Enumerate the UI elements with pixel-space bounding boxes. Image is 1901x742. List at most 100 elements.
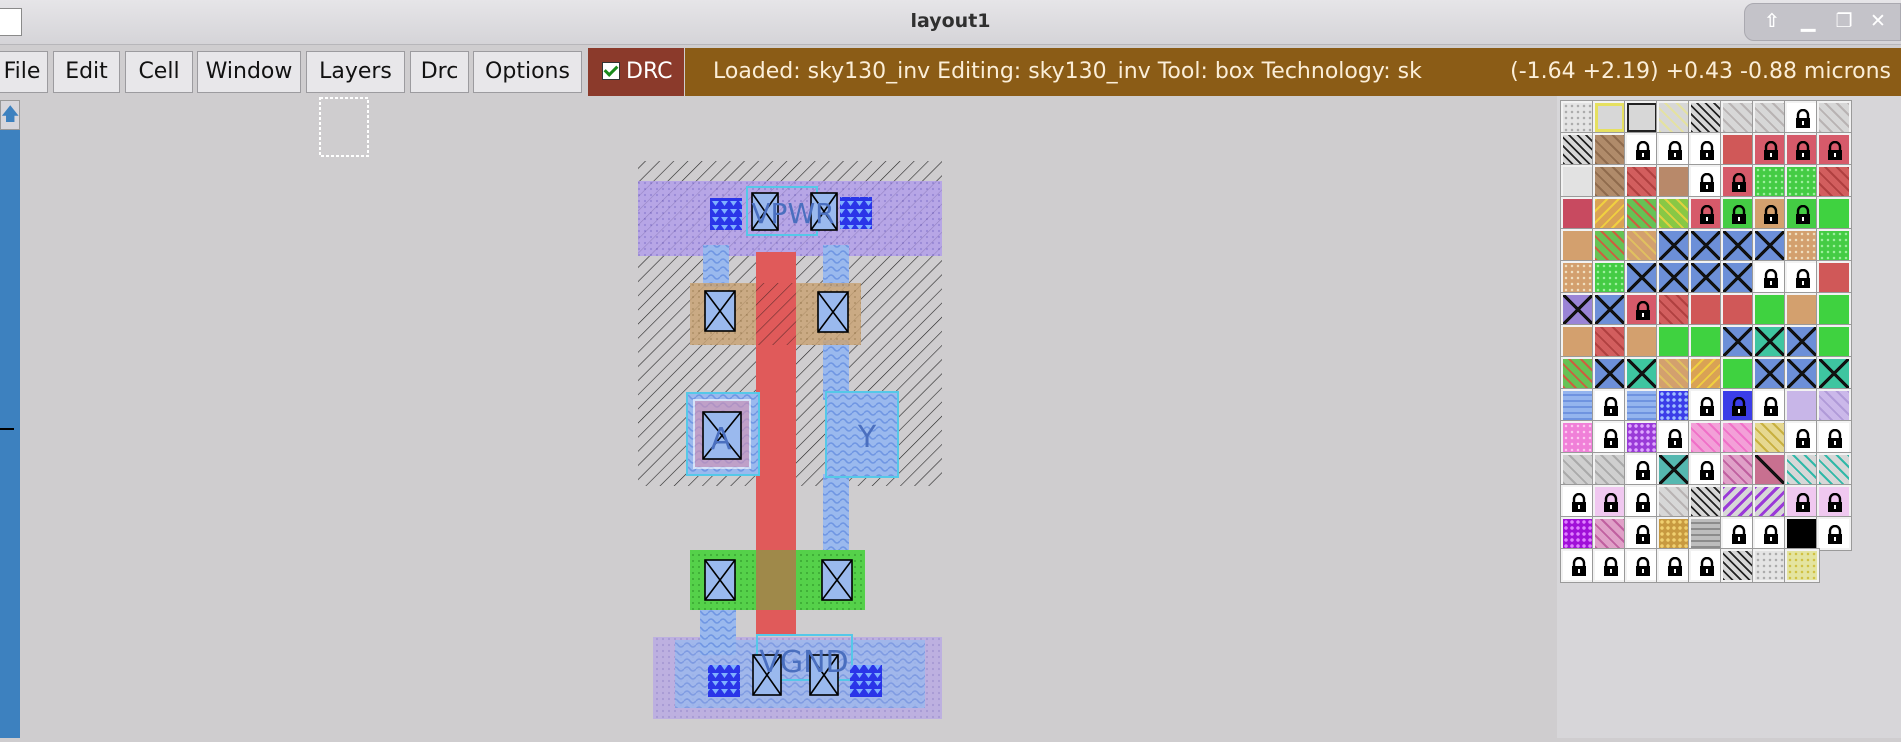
- layer-swatch[interactable]: [1784, 484, 1820, 519]
- layer-swatch[interactable]: [1592, 516, 1628, 551]
- layer-swatch[interactable]: [1816, 356, 1852, 391]
- scroll-up-icon[interactable]: 🡅: [0, 100, 20, 130]
- layer-swatch[interactable]: [1784, 516, 1820, 551]
- layer-swatch[interactable]: [1752, 164, 1788, 199]
- layer-swatch[interactable]: [1624, 164, 1660, 199]
- layer-swatch[interactable]: [1688, 132, 1724, 167]
- layer-swatch[interactable]: [1720, 100, 1756, 135]
- layer-swatch[interactable]: [1784, 324, 1820, 359]
- layer-swatch[interactable]: [1560, 260, 1596, 295]
- layer-swatch[interactable]: [1592, 356, 1628, 391]
- layer-swatch[interactable]: [1752, 228, 1788, 263]
- layer-swatch[interactable]: [1656, 132, 1692, 167]
- menu-file[interactable]: File: [0, 51, 48, 93]
- layer-swatch[interactable]: [1592, 484, 1628, 519]
- layer-swatch[interactable]: [1720, 356, 1756, 391]
- layer-swatch[interactable]: [1624, 516, 1660, 551]
- layer-swatch[interactable]: [1560, 292, 1596, 327]
- layer-swatch[interactable]: [1720, 452, 1756, 487]
- layer-swatch[interactable]: [1592, 260, 1628, 295]
- layer-swatch[interactable]: [1752, 388, 1788, 423]
- layer-swatch[interactable]: [1560, 516, 1596, 551]
- layer-swatch[interactable]: [1752, 420, 1788, 455]
- layer-swatch[interactable]: [1784, 452, 1820, 487]
- layer-swatch[interactable]: [1592, 292, 1628, 327]
- menu-window[interactable]: Window: [197, 51, 301, 93]
- layer-swatch[interactable]: [1560, 548, 1596, 583]
- menu-options[interactable]: Options: [473, 51, 582, 93]
- layout-drawing[interactable]: VPWR A Y VGND: [20, 96, 1557, 738]
- layer-swatch[interactable]: [1656, 516, 1692, 551]
- layer-swatch[interactable]: [1560, 228, 1596, 263]
- layer-swatch[interactable]: [1592, 132, 1628, 167]
- layer-swatch[interactable]: [1816, 388, 1852, 423]
- menu-edit[interactable]: Edit: [53, 51, 120, 93]
- layer-swatch[interactable]: [1784, 228, 1820, 263]
- layer-swatch[interactable]: [1784, 132, 1820, 167]
- layer-swatch[interactable]: [1656, 420, 1692, 455]
- layer-swatch[interactable]: [1624, 132, 1660, 167]
- layer-swatch[interactable]: [1752, 324, 1788, 359]
- layer-swatch[interactable]: [1720, 164, 1756, 199]
- layer-swatch[interactable]: [1688, 452, 1724, 487]
- layer-swatch[interactable]: [1784, 164, 1820, 199]
- layer-swatch[interactable]: [1720, 324, 1756, 359]
- layer-swatch[interactable]: [1784, 388, 1820, 423]
- layer-swatch[interactable]: [1752, 100, 1788, 135]
- layer-swatch[interactable]: [1560, 164, 1596, 199]
- layer-swatch[interactable]: [1816, 164, 1852, 199]
- layer-swatch[interactable]: [1816, 292, 1852, 327]
- layer-swatch[interactable]: [1656, 356, 1692, 391]
- shade-icon[interactable]: ⇧: [1757, 8, 1787, 34]
- layer-swatch[interactable]: [1816, 228, 1852, 263]
- layer-swatch[interactable]: [1688, 356, 1724, 391]
- layer-swatch[interactable]: [1688, 100, 1724, 135]
- layer-swatch[interactable]: [1688, 228, 1724, 263]
- layer-swatch[interactable]: [1720, 228, 1756, 263]
- layer-swatch[interactable]: [1816, 420, 1852, 455]
- layer-swatch[interactable]: [1784, 292, 1820, 327]
- layer-swatch[interactable]: [1592, 228, 1628, 263]
- layer-swatch[interactable]: [1688, 196, 1724, 231]
- layer-swatch[interactable]: [1816, 484, 1852, 519]
- layer-swatch[interactable]: [1656, 484, 1692, 519]
- layer-swatch[interactable]: [1656, 228, 1692, 263]
- layer-swatch[interactable]: [1784, 356, 1820, 391]
- layer-swatch[interactable]: [1784, 260, 1820, 295]
- layer-swatch[interactable]: [1560, 420, 1596, 455]
- close-icon[interactable]: ✕: [1863, 8, 1893, 34]
- layer-swatch[interactable]: [1816, 516, 1852, 551]
- layer-swatch[interactable]: [1624, 228, 1660, 263]
- layer-swatch[interactable]: [1816, 260, 1852, 295]
- layer-swatch[interactable]: [1624, 548, 1660, 583]
- layer-swatch[interactable]: [1752, 548, 1788, 583]
- layer-swatch[interactable]: [1624, 484, 1660, 519]
- layer-swatch[interactable]: [1592, 164, 1628, 199]
- layer-swatch[interactable]: [1656, 164, 1692, 199]
- layer-swatch[interactable]: [1688, 324, 1724, 359]
- layer-swatch[interactable]: [1720, 132, 1756, 167]
- layer-swatch[interactable]: [1816, 100, 1852, 135]
- layer-swatch[interactable]: [1624, 452, 1660, 487]
- layer-swatch[interactable]: [1752, 356, 1788, 391]
- drc-checkbox[interactable]: [602, 62, 620, 80]
- layer-swatch[interactable]: [1720, 388, 1756, 423]
- layer-swatch[interactable]: [1560, 356, 1596, 391]
- layer-swatch[interactable]: [1560, 324, 1596, 359]
- minimize-icon[interactable]: ▁: [1793, 8, 1823, 34]
- layer-swatch[interactable]: [1720, 484, 1756, 519]
- layer-swatch[interactable]: [1816, 132, 1852, 167]
- layer-swatch[interactable]: [1656, 196, 1692, 231]
- layer-swatch[interactable]: [1752, 292, 1788, 327]
- layer-swatch[interactable]: [1624, 260, 1660, 295]
- layer-swatch[interactable]: [1752, 260, 1788, 295]
- layer-swatch[interactable]: [1656, 260, 1692, 295]
- layer-swatch[interactable]: [1688, 292, 1724, 327]
- drc-toggle[interactable]: DRC: [588, 48, 684, 96]
- layer-swatch[interactable]: [1752, 516, 1788, 551]
- layer-swatch[interactable]: [1592, 548, 1628, 583]
- layer-swatch[interactable]: [1720, 260, 1756, 295]
- layer-swatch[interactable]: [1592, 196, 1628, 231]
- layer-swatch[interactable]: [1688, 388, 1724, 423]
- layer-swatch[interactable]: [1752, 132, 1788, 167]
